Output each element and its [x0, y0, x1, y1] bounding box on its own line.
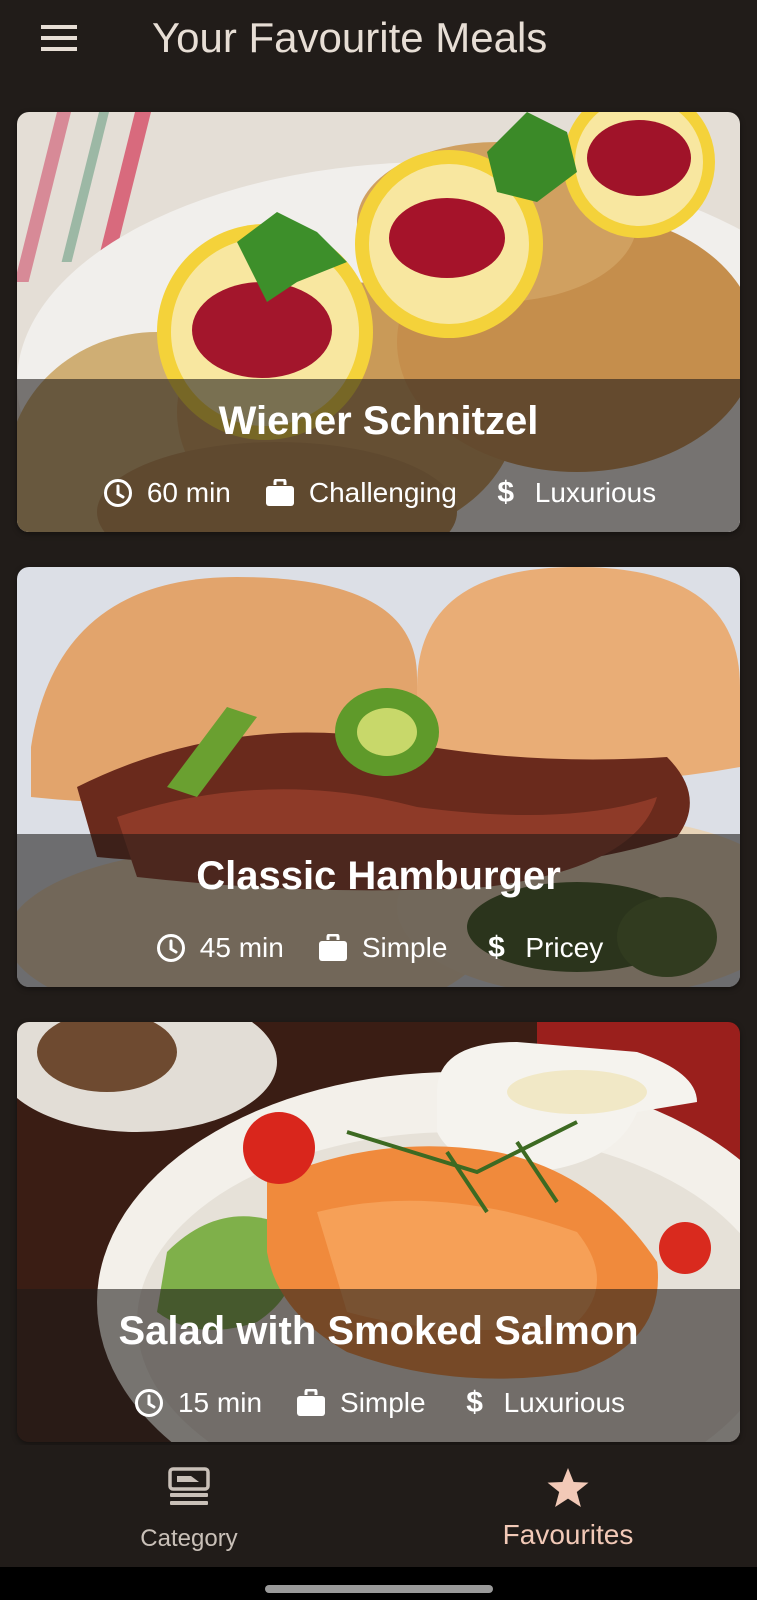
menu-button[interactable]: [28, 14, 90, 62]
star-icon: [379, 1467, 757, 1509]
meal-info-overlay: Salad with Smoked Salmon 15 min Simple $…: [17, 1289, 740, 1442]
dollar-icon: $: [488, 931, 505, 964]
category-icon: [0, 1467, 378, 1507]
meal-duration: 15 min: [132, 1385, 262, 1421]
meal-duration-text: 45 min: [199, 932, 284, 963]
nav-label-favourites: Favourites: [502, 1519, 634, 1550]
meal-card-classic-hamburger[interactable]: Classic Hamburger 45 min Simple $ Pricey: [17, 567, 740, 987]
nav-item-favourites[interactable]: Favourites: [379, 1445, 757, 1567]
meal-complexity: Simple: [294, 1385, 426, 1421]
meal-affordability-text: Luxurious: [503, 1387, 626, 1418]
clock-icon: [132, 1386, 166, 1420]
meal-card-salad-smoked-salmon[interactable]: Salad with Smoked Salmon 15 min Simple $…: [17, 1022, 740, 1442]
bottom-navigation-bar: Category Favourites: [0, 1445, 757, 1567]
page-title: Your Favourite Meals: [152, 14, 548, 61]
home-indicator[interactable]: [265, 1585, 493, 1593]
meal-affordability-text: Luxurious: [534, 477, 657, 508]
clock-icon: [101, 476, 135, 510]
meal-title: Classic Hamburger: [196, 854, 561, 898]
dollar-icon: $: [466, 1386, 483, 1419]
meal-duration-text: 15 min: [177, 1387, 263, 1418]
app-screen: Your Favourite Meals Wiener Schnitzel 60…: [0, 0, 757, 1600]
nav-item-category[interactable]: Category: [0, 1445, 378, 1567]
meal-complexity: Simple: [316, 930, 448, 966]
meal-duration-text: 60 min: [146, 477, 231, 508]
meal-meta: 60 min Challenging $ Luxurious: [17, 475, 740, 511]
hamburger-menu-icon: [41, 25, 77, 51]
meal-complexity-text: Simple: [361, 932, 448, 963]
briefcase-icon: [263, 476, 297, 510]
meal-duration: 45 min: [154, 930, 284, 966]
meal-affordability: $ Luxurious: [489, 475, 656, 511]
meal-complexity: Challenging: [263, 475, 457, 511]
meal-affordability: $ Luxurious: [458, 1385, 625, 1421]
meal-complexity-text: Simple: [340, 1387, 426, 1418]
dollar-icon: $: [497, 476, 515, 509]
meal-affordability-text: Pricey: [525, 932, 604, 963]
nav-label-category: Category: [140, 1525, 238, 1552]
briefcase-icon: [294, 1386, 328, 1420]
meal-meta: 45 min Simple $ Pricey: [17, 930, 740, 966]
app-bar: Your Favourite Meals: [0, 0, 757, 80]
meal-list: Wiener Schnitzel 60 min Challenging $ Lu…: [17, 112, 740, 1477]
meal-complexity-text: Challenging: [308, 477, 457, 508]
meal-duration: 60 min: [101, 475, 231, 511]
meal-affordability: $ Pricey: [479, 930, 603, 966]
meal-info-overlay: Wiener Schnitzel 60 min Challenging $ Lu…: [17, 379, 740, 532]
system-navigation-bar: [0, 1567, 757, 1600]
briefcase-icon: [316, 931, 350, 965]
meal-info-overlay: Classic Hamburger 45 min Simple $ Pricey: [17, 834, 740, 987]
meal-title: Wiener Schnitzel: [218, 399, 539, 443]
meal-title: Salad with Smoked Salmon: [118, 1309, 639, 1353]
meal-card-wiener-schnitzel[interactable]: Wiener Schnitzel 60 min Challenging $ Lu…: [17, 112, 740, 532]
clock-icon: [154, 931, 188, 965]
meal-meta: 15 min Simple $ Luxurious: [17, 1385, 740, 1421]
